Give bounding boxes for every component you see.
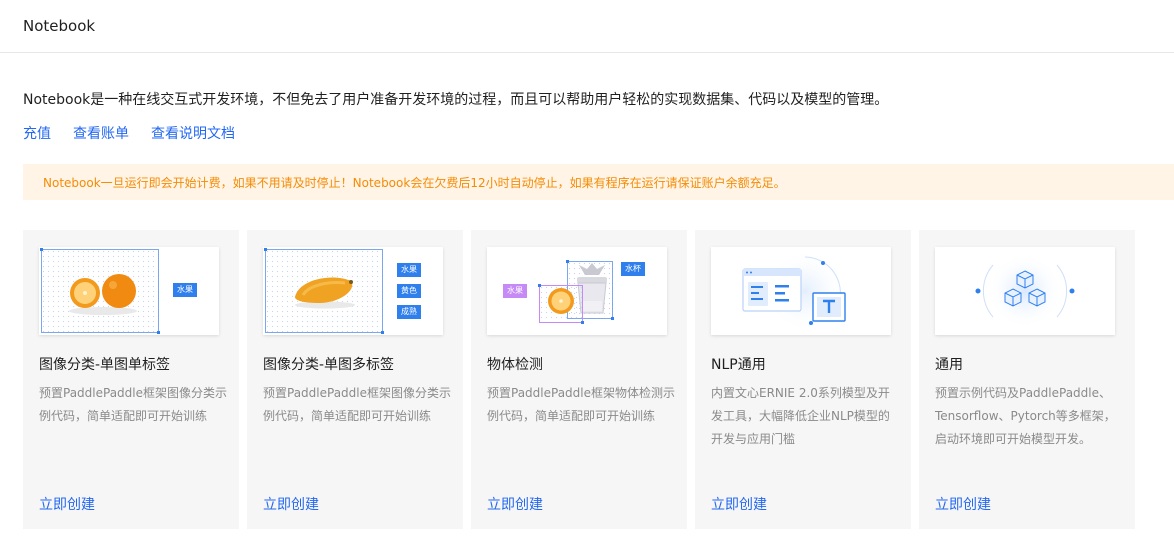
card-title: 图像分类-单图多标签 <box>263 357 395 373</box>
label-tag: 水果 <box>503 284 527 298</box>
image-multi-label-illustration: 水果 黄色 成熟 <box>263 247 443 335</box>
action-links: 充值 查看账单 查看说明文档 <box>23 123 235 143</box>
card-title: 图像分类-单图单标签 <box>39 357 171 373</box>
cube-cluster-icon <box>975 253 1075 329</box>
label-tag: 水果 <box>173 283 197 297</box>
create-button[interactable]: 立即创建 <box>263 494 319 514</box>
view-docs-link[interactable]: 查看说明文档 <box>151 123 235 143</box>
create-button[interactable]: 立即创建 <box>935 494 991 514</box>
label-tag: 成熟 <box>397 305 421 319</box>
card-image-single-label: 水果 图像分类-单图单标签 预置PaddlePaddle框架图像分类示例代码，简… <box>23 230 239 529</box>
label-tag: 水杯 <box>621 262 645 276</box>
nlp-illustration <box>711 247 891 335</box>
document-text-icon <box>742 249 847 333</box>
page-header: Notebook <box>0 0 1174 53</box>
card-description: 预置PaddlePaddle框架图像分类示例代码，简单适配即可开始训练 <box>39 386 228 423</box>
fruit-bounding-box <box>538 284 584 324</box>
orange-fruit-icon <box>69 274 137 315</box>
card-object-detection: 水杯 水果 物体检测 预置PaddlePaddle框架物体检测示例代码，简单适配… <box>471 230 687 529</box>
create-button[interactable]: 立即创建 <box>487 494 543 514</box>
template-cards: 水果 图像分类-单图单标签 预置PaddlePaddle框架图像分类示例代码，简… <box>23 230 1135 529</box>
create-button[interactable]: 立即创建 <box>711 494 767 514</box>
label-tag: 水果 <box>397 263 421 277</box>
card-title: 物体检测 <box>487 357 543 373</box>
card-nlp: NLP通用 内置文心ERNIE 2.0系列模型及开发工具，大幅降低企业NLP模型… <box>695 230 911 529</box>
intro-text: Notebook是一种在线交互式开发环境，不但免去了用户准备开发环境的过程，而且… <box>23 92 889 108</box>
card-general: 通用 预置示例代码及PaddlePaddle、Tensorflow、Pytorc… <box>919 230 1135 529</box>
general-illustration <box>935 247 1115 335</box>
card-image-multi-label: 水果 黄色 成熟 图像分类-单图多标签 预置PaddlePaddle框架图像分类… <box>247 230 463 529</box>
create-button[interactable]: 立即创建 <box>39 494 95 514</box>
card-description: 预置示例代码及PaddlePaddle、Tensorflow、Pytorch等多… <box>935 386 1116 446</box>
recharge-link[interactable]: 充值 <box>23 123 51 143</box>
label-tag: 黄色 <box>397 284 421 298</box>
billing-notice: Notebook一旦运行即会开始计费，如果不用请及时停止！Notebook会在欠… <box>23 164 1174 200</box>
object-detection-illustration: 水杯 水果 <box>487 247 667 335</box>
card-description: 预置PaddlePaddle框架图像分类示例代码，简单适配即可开始训练 <box>263 386 452 423</box>
image-single-label-illustration: 水果 <box>39 247 219 335</box>
view-bill-link[interactable]: 查看账单 <box>73 123 129 143</box>
mango-fruit-icon <box>295 277 355 309</box>
billing-notice-text: Notebook一旦运行即会开始计费，如果不用请及时停止！Notebook会在欠… <box>43 175 786 190</box>
card-title: NLP通用 <box>711 357 766 373</box>
card-description: 预置PaddlePaddle框架物体检测示例代码，简单适配即可开始训练 <box>487 386 676 423</box>
card-description: 内置文心ERNIE 2.0系列模型及开发工具，大幅降低企业NLP模型的开发与应用… <box>711 386 890 446</box>
card-title: 通用 <box>935 357 963 373</box>
page-title: Notebook <box>23 17 96 35</box>
